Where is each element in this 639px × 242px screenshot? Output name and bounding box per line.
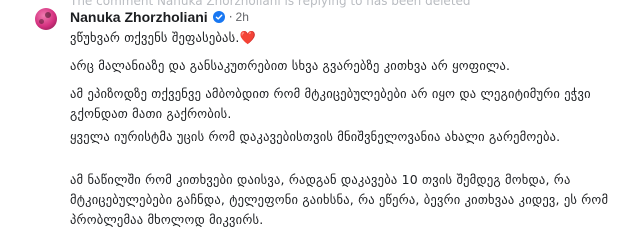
comment-text: ვწუხვარ თქვენს შეფასებას. bbox=[70, 30, 240, 45]
avatar-detail bbox=[45, 12, 51, 18]
comment-header: Nanuka Zhorzholiani · 2h bbox=[70, 7, 249, 27]
avatar[interactable] bbox=[35, 8, 57, 30]
meta-separator: · bbox=[228, 10, 233, 24]
author-name[interactable]: Nanuka Zhorzholiani bbox=[70, 9, 208, 25]
comment-paragraph: ამ ეპიზოდზე თქვენვე ამბობდით რომ მტკიცებ… bbox=[70, 86, 591, 121]
heart-emoji: ❤️ bbox=[239, 31, 256, 46]
comment-paragraph: ამ ნაწილში რომ კითხვები დაისვა, რადგან დ… bbox=[70, 172, 609, 227]
comment-timestamp[interactable]: 2h bbox=[236, 10, 249, 24]
comment-paragraph: ვწუხვარ თქვენს შეფასებას.❤️ bbox=[70, 28, 625, 49]
comment-paragraph: არც მალანიაზე და განსაკუთრებით სხვა გვარ… bbox=[70, 58, 511, 73]
verified-badge-icon bbox=[212, 11, 225, 23]
comment-paragraph: ყველა იურისტმა უცის რომ დაკავებისთვის მნ… bbox=[70, 129, 561, 144]
avatar-detail bbox=[39, 19, 44, 24]
